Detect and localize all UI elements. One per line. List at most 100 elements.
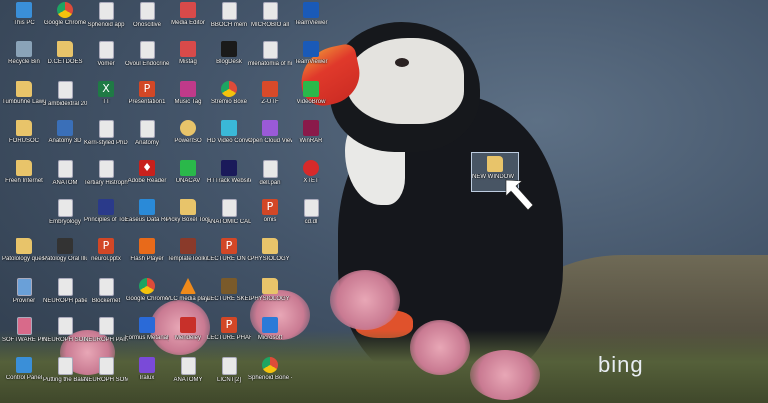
desktop-icon[interactable]: NEUROPH PAIN xyxy=(84,317,128,357)
desktop-icon-label: Patology Oral Illus copy xyxy=(43,256,87,263)
desktop-icon[interactable]: VideoBrow xyxy=(289,80,333,121)
desktop-icon[interactable]: PowerISO xyxy=(166,120,210,160)
desktop-icon[interactable]: Flash Player xyxy=(125,238,169,278)
desktop-icon[interactable]: Proviner xyxy=(2,277,46,318)
desktop-icon[interactable]: NEUROPH patient xyxy=(43,277,87,318)
document-icon xyxy=(57,277,73,296)
desktop-icon[interactable]: Open Cloud Viewer xyxy=(248,120,292,160)
app-icon xyxy=(303,80,319,97)
desktop-icon[interactable]: ANATOMY xyxy=(166,356,210,397)
desktop-icon[interactable]: Microsoft xyxy=(248,317,292,357)
desktop-icon-label: PHYSIOLOGY xyxy=(250,256,290,263)
desktop-icon[interactable]: Anatomy xyxy=(125,120,169,160)
desktop-icon[interactable]: dell.pan xyxy=(248,159,292,200)
desktop-icon[interactable]: MICROBIO all xyxy=(248,2,292,42)
desktop[interactable]: bing This PC Recycle Bin Tumbuhne Lawuse FO… xyxy=(0,0,768,403)
app-icon xyxy=(180,2,196,18)
desktop-icon[interactable]: D.CETDOES xyxy=(43,41,87,81)
app-icon xyxy=(303,41,319,58)
desktop-icon[interactable]: TeamViewer xyxy=(289,41,333,81)
desktop-icon[interactable]: This PC xyxy=(2,2,46,42)
desktop-icon-label: Google Chrome xyxy=(125,295,169,302)
desktop-icon[interactable]: Control Panel xyxy=(2,356,46,397)
desktop-icon[interactable]: Blockernet xyxy=(84,277,128,318)
desktop-icon[interactable]: Mistag xyxy=(166,41,210,81)
desktop-icon-label: Media Editor xyxy=(171,20,205,26)
desktop-icon[interactable]: LICNT[2] xyxy=(207,356,251,397)
desktop-icon[interactable]: BBOCH mem xyxy=(207,2,251,42)
desktop-icon[interactable]: UNACAV xyxy=(166,159,210,200)
desktop-icon[interactable]: Sphenoid Bone - Lodi xyxy=(248,356,292,397)
desktop-icon[interactable]: Ovoul Endocrine xyxy=(125,41,169,81)
desktop-icon[interactable]: Google Chrome xyxy=(43,2,87,42)
desktop-icon-label: VLC media player xyxy=(166,295,210,302)
desktop-icon[interactable]: ANATOM xyxy=(43,159,87,200)
image-icon xyxy=(221,277,237,294)
control-panel-icon xyxy=(16,356,32,373)
desktop-icon[interactable]: Principles of Toxicology xyxy=(84,199,128,239)
desktop-icon[interactable]: VLC media player xyxy=(166,277,210,318)
desktop-icon[interactable]: X TT xyxy=(84,80,128,121)
desktop-icon[interactable]: PLECTURE ON OSTEOPATHY xyxy=(207,238,251,278)
desktop-icon[interactable]: Easeus Data Recovery xyxy=(125,199,169,239)
desktop-icon[interactable]: XTET xyxy=(289,159,333,200)
desktop-icon[interactable]: HTTrack Website xyxy=(207,159,251,200)
desktop-icon[interactable]: BlogDesk xyxy=(207,41,251,81)
desktop-icon[interactable]: Patolology questions xyxy=(2,238,46,278)
desktop-icon[interactable]: Stremio Boxe xyxy=(207,80,251,121)
folder-icon xyxy=(16,159,32,176)
document-icon xyxy=(57,356,73,375)
desktop-icon[interactable]: Mendeley xyxy=(166,317,210,357)
desktop-icon[interactable]: Formus Metanalysis xyxy=(125,317,169,357)
desktop-icon-label: XTET xyxy=(303,177,319,184)
desktop-icon[interactable]: Picky Boxel Toolkits xyxy=(166,199,210,239)
desktop-icon[interactable]: WinRAR xyxy=(289,120,333,160)
desktop-icon[interactable]: Tertiary Histrophy xyxy=(84,159,128,200)
chrome-icon xyxy=(262,356,278,373)
desktop-icon[interactable]: LECTURE SKELETON xyxy=(207,277,251,318)
desktop-icon-label: This PC xyxy=(13,20,35,26)
desktop-icon[interactable]: Pneurol.pptx xyxy=(84,238,128,278)
desktop-icon[interactable]: Sphenoid app xyxy=(84,2,128,42)
desktop-icon[interactable]: 3 ambidextral 2017 xyxy=(43,80,87,121)
desktop-icon[interactable]: Z-UTF xyxy=(248,80,292,121)
desktop-icon[interactable]: Vomer xyxy=(84,41,128,81)
desktop-icon[interactable]: NEUROPH SOMATIC xyxy=(43,317,87,357)
desktop-icon-label: UNACAV xyxy=(175,177,201,184)
desktop-icon[interactable]: TeamViewer xyxy=(289,2,333,42)
desktop-icon[interactable]: ♦ Adobe Reader xyxy=(125,159,169,200)
desktop-icon-label: Adobe Reader xyxy=(127,177,167,184)
desktop-icon[interactable]: Music Tag xyxy=(166,80,210,121)
app-icon xyxy=(180,159,196,176)
desktop-icon[interactable]: Embryology xyxy=(43,199,87,239)
desktop-icon[interactable]: HD Video Converter xyxy=(207,120,251,160)
desktop-icon[interactable]: TemplateToolkit xyxy=(166,238,210,278)
desktop-icon[interactable]: Kerri-styled PhD stuff xyxy=(84,120,128,160)
desktop-icon-label: Vomer xyxy=(97,61,115,68)
desktop-icon[interactable]: P Presentation1 xyxy=(125,80,169,121)
desktop-icon[interactable]: Patology Oral Illus copy xyxy=(43,238,87,278)
app-icon xyxy=(262,120,278,137)
desktop-icon[interactable]: SOFTWARE PHISC xyxy=(2,317,46,357)
desktop-icon[interactable]: Iralux xyxy=(125,356,169,397)
desktop-icon-label: HD Video Converter xyxy=(207,138,251,145)
desktop-icon[interactable]: PLECTURE PHARMA xyxy=(207,317,251,357)
desktop-icon[interactable]: PHYSIOLOGY xyxy=(248,277,292,318)
desktop-icon[interactable]: FORUSOC xyxy=(2,120,46,160)
desktop-icon[interactable]: cd.dl xyxy=(289,199,333,239)
desktop-icon[interactable]: Anatomy 3D xyxy=(43,120,87,160)
desktop-icon[interactable]: Media Editor xyxy=(166,2,210,42)
desktop-icon[interactable]: ANATOMIC CALIT xyxy=(207,199,251,239)
desktop-icon-label: Anatomy 3D xyxy=(48,138,82,145)
desktop-icon[interactable]: Google Chrome xyxy=(125,277,169,318)
desktop-icon[interactable]: PHYSIOLOGY xyxy=(248,238,292,278)
desktop-icon[interactable]: Recycle Bin xyxy=(2,41,46,81)
desktop-icon[interactable]: NEUROPH SOMATIC xyxy=(84,356,128,397)
desktop-icon[interactable]: Putting the Balance xyxy=(43,356,87,397)
document-icon xyxy=(16,317,32,336)
desktop-icon[interactable]: Freeh Internet xyxy=(2,159,46,200)
desktop-icon[interactable]: Tumbuhne Lawuse xyxy=(2,80,46,121)
desktop-icon[interactable]: Pomis xyxy=(248,199,292,239)
desktop-icon[interactable]: mlenatomia of human xyxy=(248,41,292,81)
desktop-icon[interactable]: Onoscitive xyxy=(125,2,169,42)
